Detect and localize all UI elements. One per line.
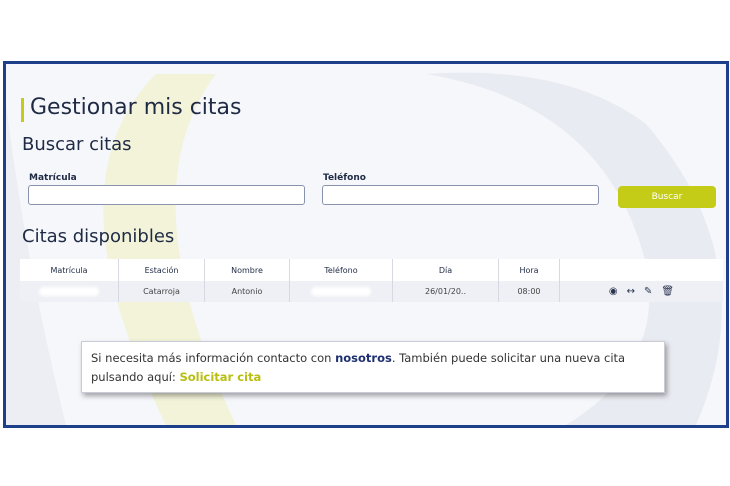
- available-heading: Citas disponibles: [22, 226, 175, 247]
- info-box: Si necesita más información contacto con…: [81, 341, 665, 393]
- page-title: Gestionar mis citas: [30, 95, 242, 120]
- view-icon[interactable]: ◉: [609, 286, 618, 297]
- cell-time: 08:00: [499, 281, 560, 302]
- title-accent-bar: [21, 98, 24, 122]
- header-name: Nombre: [205, 259, 290, 281]
- header-plate: Matrícula: [20, 259, 119, 281]
- search-button[interactable]: Buscar: [618, 186, 716, 208]
- move-icon[interactable]: ↔: [627, 286, 635, 297]
- plate-input[interactable]: [28, 185, 305, 205]
- cell-actions: ◉ ↔ ✎ 🗑: [560, 281, 723, 302]
- cell-name: Antonio: [205, 281, 290, 302]
- table-row: Catarroja Antonio 26/01/20.. 08:00 ◉ ↔ ✎…: [20, 281, 723, 302]
- cell-plate: [20, 281, 119, 302]
- redacted-phone: [311, 287, 371, 296]
- table-header: Matrícula Estación Nombre Teléfono Día H…: [20, 259, 723, 281]
- header-time: Hora: [499, 259, 560, 281]
- info-text-1: Si necesita más información contacto con: [91, 351, 336, 365]
- plate-label: Matrícula: [29, 173, 77, 183]
- search-heading: Buscar citas: [22, 134, 132, 155]
- contact-link[interactable]: nosotros: [335, 351, 392, 365]
- app-frame: Gestionar mis citas Buscar citas Matrícu…: [3, 61, 729, 428]
- header-day: Día: [393, 259, 499, 281]
- redacted-plate: [39, 287, 99, 296]
- header-station: Estación: [119, 259, 205, 281]
- phone-label: Teléfono: [323, 173, 366, 183]
- phone-input[interactable]: [322, 185, 599, 205]
- edit-icon[interactable]: ✎: [644, 286, 652, 297]
- header-actions: [560, 259, 723, 281]
- cell-station: Catarroja: [119, 281, 205, 302]
- cell-day: 26/01/20..: [393, 281, 499, 302]
- request-appointment-link[interactable]: Solicitar cita: [179, 370, 261, 384]
- cell-phone: [290, 281, 393, 302]
- appointments-table: Matrícula Estación Nombre Teléfono Día H…: [20, 259, 723, 302]
- delete-icon[interactable]: 🗑: [661, 286, 674, 297]
- header-phone: Teléfono: [290, 259, 393, 281]
